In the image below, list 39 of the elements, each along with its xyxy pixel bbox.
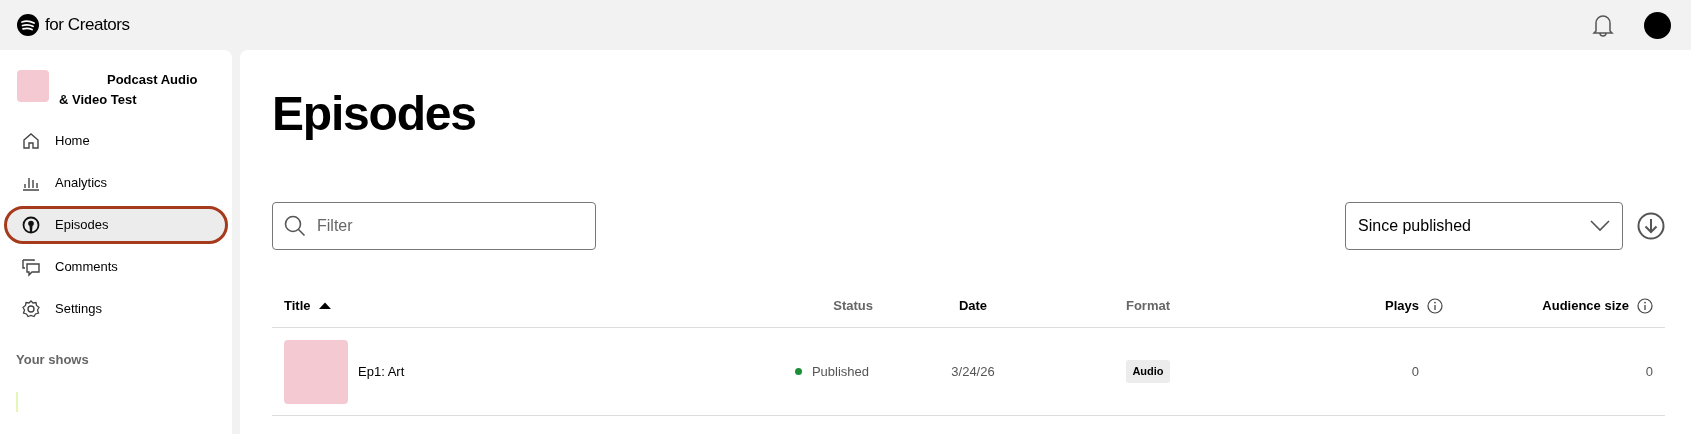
gear-icon [21, 299, 41, 319]
search-icon [284, 215, 306, 237]
notification-bell-icon[interactable] [1592, 13, 1614, 37]
status-text: Published [811, 362, 869, 381]
column-header[interactable]: Format [1125, 295, 1171, 316]
show-thumbnail [17, 70, 49, 102]
filter-field[interactable]: Filter [272, 202, 596, 250]
show-placeholder-line [16, 391, 18, 412]
home-icon [21, 131, 41, 151]
episode-title[interactable]: Ep1: Art [358, 361, 405, 382]
nav-item[interactable]: Analytics [4, 164, 228, 202]
comments-icon [21, 257, 41, 277]
section-title: Your shows [16, 351, 90, 369]
audience-count: 0 [1645, 362, 1653, 381]
column-header[interactable]: Plays [1385, 295, 1419, 316]
column-header[interactable]: Status [833, 295, 873, 316]
logo-icon [17, 14, 39, 36]
column-header[interactable]: Audience size [1542, 295, 1629, 316]
download-icon[interactable] [1637, 212, 1665, 240]
episode-thumbnail [284, 339, 348, 404]
brand-name: for Creators [45, 14, 130, 37]
page-title: Episodes [272, 86, 477, 142]
chevron-down-icon [1590, 220, 1610, 232]
column-header[interactable]: Title [284, 295, 311, 316]
podcast-icon [21, 215, 41, 235]
column-header[interactable]: Date [958, 295, 988, 316]
range-dropdown[interactable]: Since published [1345, 202, 1623, 250]
nav-item[interactable]: Comments [4, 248, 228, 286]
sort-ascending-icon[interactable] [318, 301, 331, 310]
nav-item[interactable]: Episodes [4, 206, 228, 244]
nav-item[interactable]: Home [4, 122, 228, 160]
plays-count: 0 [1411, 362, 1419, 381]
format-badge: Audio [1126, 360, 1170, 383]
info-icon[interactable] [1637, 297, 1653, 314]
show-title: Podcast Audio & Video Test [59, 71, 199, 109]
date-text: 3/24/26 [951, 362, 995, 381]
avatar[interactable] [1644, 11, 1671, 39]
info-icon[interactable] [1427, 297, 1443, 314]
nav-item[interactable]: Settings [4, 290, 228, 328]
